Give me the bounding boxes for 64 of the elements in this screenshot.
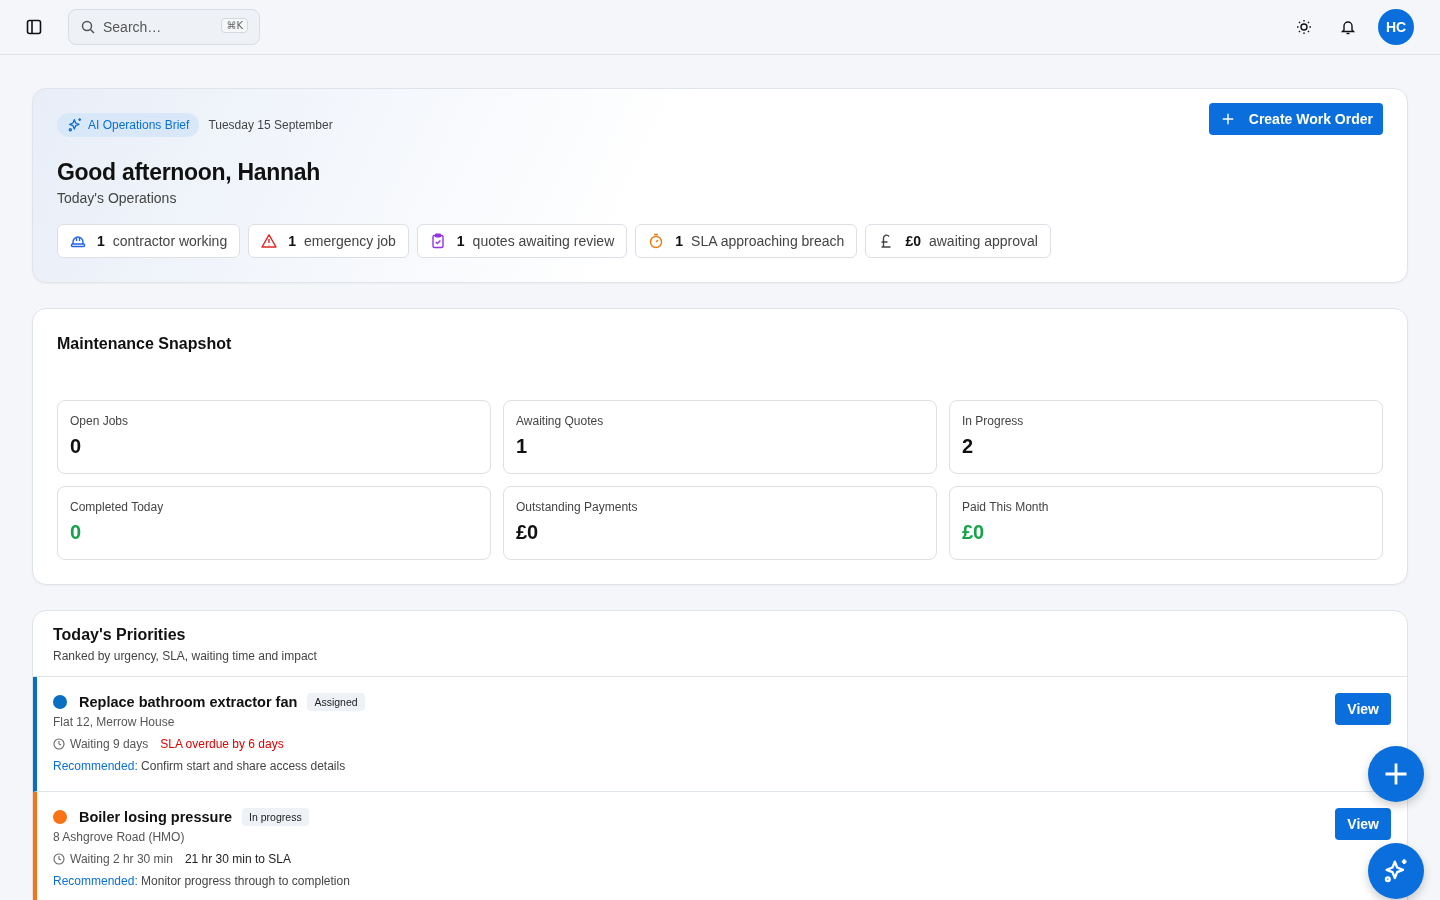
stat-label: Completed Today bbox=[70, 500, 165, 514]
job-title: Replace bathroom extractor fan bbox=[79, 694, 298, 710]
stat-label: Awaiting Quotes bbox=[516, 414, 605, 428]
chip-count: 1 bbox=[456, 233, 465, 249]
waiting-time: Waiting 2 hr 30 min bbox=[70, 852, 173, 866]
waiting-time: Waiting 9 days bbox=[70, 737, 149, 751]
shortcut-hint: ⌘K bbox=[221, 18, 248, 33]
date-label: Tuesday 15 September bbox=[208, 118, 333, 132]
chip-label: emergency job bbox=[304, 233, 396, 249]
summary-chip[interactable]: £0 awaiting approval bbox=[865, 224, 1051, 258]
stat-value: £0 bbox=[962, 521, 986, 544]
bell-icon[interactable] bbox=[1340, 19, 1356, 35]
clock-icon bbox=[53, 853, 65, 865]
stat-value: 2 bbox=[962, 435, 975, 458]
create-work-order-button[interactable]: Create Work Order bbox=[1208, 103, 1383, 135]
greeting-heading: Good afternoon, Hannah bbox=[57, 159, 321, 186]
summary-chip[interactable]: 1 emergency job bbox=[248, 224, 409, 258]
warning-icon bbox=[261, 233, 278, 249]
job-location: Flat 12, Merrow House bbox=[53, 715, 176, 729]
subtitle: Today's Operations bbox=[57, 190, 178, 206]
chip-count: 1 bbox=[97, 233, 105, 249]
stat-label: In Progress bbox=[962, 414, 1025, 428]
search-icon bbox=[81, 20, 95, 34]
stat-label: Open Jobs bbox=[70, 414, 130, 428]
sla-status: 21 hr 30 min to SLA bbox=[184, 852, 291, 866]
sidebar-toggle-icon[interactable] bbox=[26, 19, 42, 35]
view-button[interactable]: View bbox=[1335, 693, 1391, 725]
stat-value: £0 bbox=[516, 521, 540, 544]
stat-label: Paid This Month bbox=[962, 500, 1050, 514]
clock-icon bbox=[53, 738, 65, 750]
stat-value: 1 bbox=[516, 435, 529, 458]
sun-icon[interactable] bbox=[1296, 19, 1312, 35]
section-title: Today's Priorities bbox=[53, 626, 187, 644]
clipboard-check-icon bbox=[429, 233, 446, 249]
recommendation-text: Recommended: Monitor progress through to completion bbox=[53, 874, 351, 888]
summary-chip[interactable]: 1 quotes awaiting review bbox=[416, 224, 628, 258]
summary-chip[interactable]: 1 contractor working bbox=[57, 224, 241, 258]
chip-count: £0 bbox=[905, 233, 921, 249]
status-tag: Assigned bbox=[307, 693, 365, 711]
summary-chip[interactable]: 1 SLA approaching breach bbox=[635, 224, 858, 258]
status-tag: In progress bbox=[242, 808, 309, 826]
sparkle-icon bbox=[1382, 857, 1410, 885]
chip-count: 1 bbox=[675, 233, 684, 249]
hard-hat-icon bbox=[70, 233, 86, 249]
view-button[interactable]: View bbox=[1335, 808, 1391, 840]
plus-icon bbox=[1220, 112, 1235, 126]
section-subtitle: Ranked by urgency, SLA, waiting time and impact bbox=[53, 649, 318, 663]
user-avatar[interactable]: HC bbox=[1378, 9, 1414, 45]
chip-label: contractor working bbox=[112, 233, 228, 249]
timer-icon bbox=[648, 233, 665, 249]
badge-label: AI Operations Brief bbox=[88, 118, 190, 132]
recommendation-text: Recommended: Confirm start and share access details bbox=[53, 759, 347, 773]
stat-value: 0 bbox=[70, 521, 83, 544]
chip-label: quotes awaiting review bbox=[472, 233, 615, 249]
stat-label: Outstanding Payments bbox=[516, 500, 639, 514]
chip-label: SLA approaching breach bbox=[691, 233, 845, 249]
sparkle-icon bbox=[67, 117, 83, 133]
chip-label: awaiting approval bbox=[928, 233, 1038, 249]
job-title: Boiler losing pressure bbox=[79, 809, 233, 825]
job-location: 8 Ashgrove Road (HMO) bbox=[53, 830, 186, 844]
chip-count: 1 bbox=[288, 233, 296, 249]
stat-value: 0 bbox=[70, 435, 83, 458]
section-title: Maintenance Snapshot bbox=[57, 335, 233, 353]
sla-status: SLA overdue by 6 days bbox=[160, 737, 284, 751]
